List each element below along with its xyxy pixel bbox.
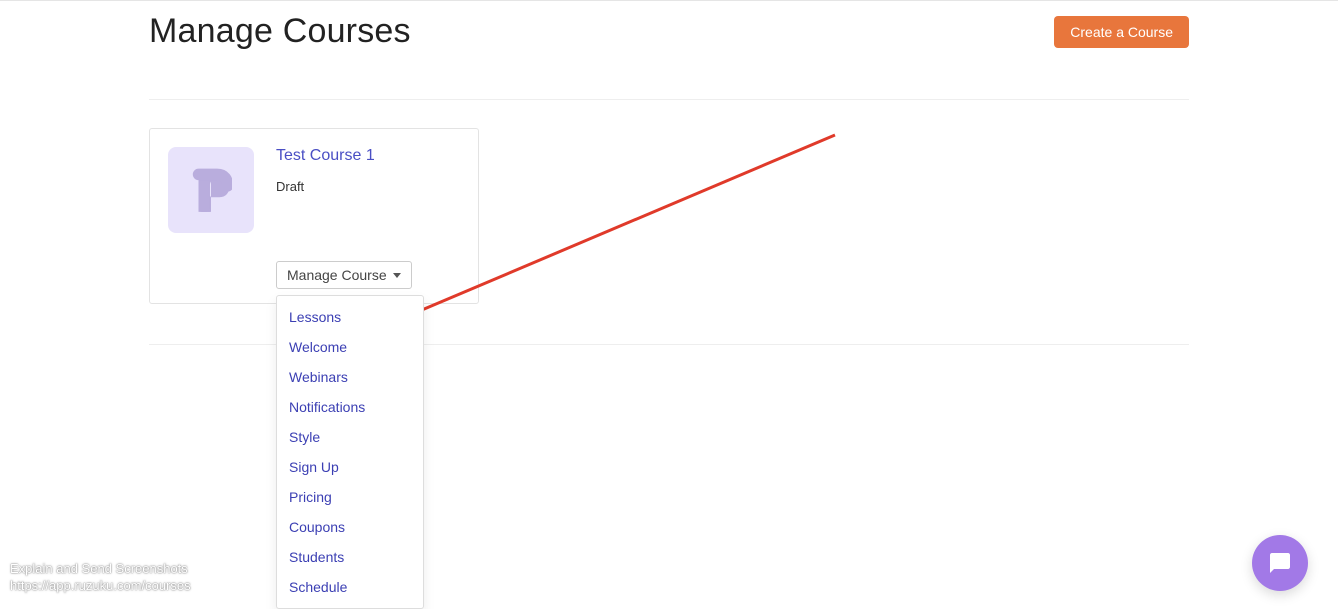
menu-item-sign-up[interactable]: Sign Up (277, 452, 423, 482)
course-status: Draft (276, 179, 375, 194)
manage-course-dropdown: Manage Course Lessons Welcome Webinars N… (276, 261, 460, 289)
menu-item-welcome[interactable]: Welcome (277, 332, 423, 362)
chat-icon (1268, 551, 1292, 575)
dropdown-label: Manage Course (287, 267, 387, 283)
course-card: Test Course 1 Draft Manage Course Lesson… (149, 128, 479, 304)
menu-item-pricing[interactable]: Pricing (277, 482, 423, 512)
watermark-line2: https://app.ruzuku.com/courses (10, 578, 191, 595)
menu-item-lessons[interactable]: Lessons (277, 302, 423, 332)
menu-item-schedule[interactable]: Schedule (277, 572, 423, 602)
create-course-button[interactable]: Create a Course (1054, 16, 1189, 48)
watermark: Explain and Send Screenshots https://app… (10, 561, 191, 595)
menu-item-notifications[interactable]: Notifications (277, 392, 423, 422)
course-thumbnail (168, 147, 254, 233)
menu-item-webinars[interactable]: Webinars (277, 362, 423, 392)
manage-course-button[interactable]: Manage Course (276, 261, 412, 289)
card-top: Test Course 1 Draft (168, 147, 460, 233)
caret-down-icon (393, 273, 401, 278)
chat-help-button[interactable] (1252, 535, 1308, 591)
dropdown-menu: Lessons Welcome Webinars Notifications S… (276, 295, 424, 609)
menu-item-coupons[interactable]: Coupons (277, 512, 423, 542)
header-row: Manage Courses Create a Course (149, 0, 1189, 51)
menu-item-students[interactable]: Students (277, 542, 423, 572)
menu-item-style[interactable]: Style (277, 422, 423, 452)
ruzuku-logo-icon (190, 164, 232, 216)
course-title-link[interactable]: Test Course 1 (276, 147, 375, 164)
card-meta: Test Course 1 Draft (276, 147, 375, 233)
page-title: Manage Courses (149, 12, 411, 51)
watermark-line1: Explain and Send Screenshots (10, 561, 191, 578)
divider-top (149, 99, 1189, 100)
main-container: Manage Courses Create a Course Test Cour… (149, 0, 1189, 345)
